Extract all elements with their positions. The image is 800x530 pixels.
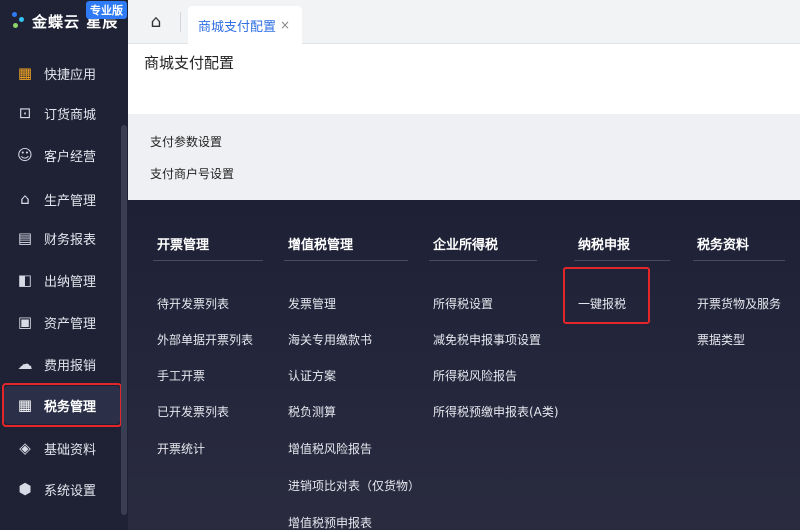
menu-column-divider (574, 260, 670, 261)
sidebar-item-4[interactable]: ▤ 财务报表 (4, 219, 120, 257)
sidebar-item-3[interactable]: ⌂ 生产管理 (4, 180, 120, 218)
page-header: 商城支付配置 (128, 44, 800, 114)
menu-column-header: 开票管理 (157, 238, 210, 253)
menu-column-header: 企业所得税 (433, 238, 499, 253)
menu-item[interactable]: 已开发票列表 (157, 403, 229, 420)
sidebar-item-label: 订货商城 (44, 107, 97, 123)
sidebar-item-label: 资产管理 (44, 316, 97, 332)
menu-item[interactable]: 手工开票 (157, 367, 205, 384)
menu-column-divider (429, 260, 537, 261)
menu-item[interactable]: 所得税预缴申报表(A类) (433, 403, 559, 420)
menu-column-divider (284, 260, 408, 261)
menu-column-header: 增值税管理 (288, 238, 354, 253)
edition-badge: 专业版 (86, 1, 127, 19)
factory-icon: ⌂ (20, 190, 30, 208)
menu-item[interactable]: 税负测算 (288, 403, 336, 420)
sidebar-item-7[interactable]: ☁ 费用报销 (4, 345, 120, 383)
cloud-icon: ☁ (17, 355, 33, 373)
merchant-id-link[interactable]: 支付商户号设置 (150, 165, 234, 182)
sidebar-item-10[interactable]: ⬢ 系统设置 (4, 470, 120, 508)
sidebar-item-label: 出纳管理 (44, 274, 97, 290)
sidebar-item-label: 生产管理 (44, 193, 97, 209)
menu-item[interactable]: 减免税申报事项设置 (433, 331, 541, 348)
close-icon[interactable]: × (280, 18, 290, 32)
tax-icon: ▦ (17, 396, 33, 414)
tab-mall-payment-config[interactable]: 商城支付配置 × (188, 6, 303, 44)
sidebar-item-label: 系统设置 (44, 483, 97, 499)
menu-item[interactable]: 外部单据开票列表 (157, 331, 253, 348)
shopping-bag-icon: ⊡ (18, 104, 32, 122)
sidebar-item-1[interactable]: ⊡ 订货商城 (4, 94, 120, 132)
sidebar-item-9[interactable]: ◈ 基础资料 (4, 429, 120, 467)
user-icon: ☺ (17, 146, 33, 164)
payment-config-list: 支付参数设置 支付商户号设置 (128, 114, 800, 200)
sidebar-item-0[interactable]: ▦ 快捷应用 (4, 54, 120, 92)
menu-item[interactable]: 所得税风险报告 (433, 367, 517, 384)
logo[interactable]: 金蝶云 星辰 专业版 (0, 0, 128, 44)
menu-item[interactable]: 所得税设置 (433, 295, 493, 312)
sidebar-item-5[interactable]: ◧ 出纳管理 (4, 261, 120, 299)
sidebar-item-label: 费用报销 (44, 358, 97, 374)
sidebar-item-label: 快捷应用 (44, 67, 97, 83)
sidebar-item-6[interactable]: ▣ 资产管理 (4, 303, 120, 341)
asset-icon: ▣ (17, 313, 33, 331)
menu-item[interactable]: 开票货物及服务 (697, 295, 781, 312)
sidebar-item-8[interactable]: ▦ 税务管理 (4, 386, 120, 424)
sidebar-scrollbar[interactable] (121, 125, 127, 515)
gear-icon: ⬢ (18, 480, 32, 498)
sidebar: 金蝶云 星辰 专业版 ▦ 快捷应用 ⊡ 订货商城 ☺ 客户经营 ⌂ 生产管理 ▤ 财务报表 ◧ 出纳管… (0, 0, 128, 530)
menu-column-divider (153, 260, 263, 261)
menu-item[interactable]: 一键报税 (578, 295, 626, 312)
menu-item[interactable]: 增值税风险报告 (288, 440, 372, 457)
menu-item[interactable]: 进销项比对表（仅货物） (288, 477, 420, 494)
cashier-icon: ◧ (17, 271, 33, 289)
menu-item[interactable]: 开票统计 (157, 440, 205, 457)
sidebar-item-2[interactable]: ☺ 客户经营 (4, 136, 120, 174)
tab-label: 商城支付配置 (198, 19, 277, 35)
menu-item[interactable]: 票据类型 (697, 331, 745, 348)
tax-management-menu: 开票管理待开发票列表外部单据开票列表 手工开票已开发票列表 开票统计 增值税管理发票管… (128, 200, 800, 530)
tab-bar: ⌂ 商城支付配置 × (128, 0, 800, 44)
layers-icon: ◈ (19, 439, 31, 457)
menu-item[interactable]: 海关专用缴款书 (288, 331, 372, 348)
sidebar-item-label: 税务管理 (44, 399, 97, 415)
sidebar-item-label: 财务报表 (44, 232, 97, 248)
menu-item[interactable]: 认证方案 (288, 367, 336, 384)
sidebar-item-label: 客户经营 (44, 149, 97, 165)
payment-params-link[interactable]: 支付参数设置 (150, 133, 222, 150)
menu-item[interactable]: 待开发票列表 (157, 295, 229, 312)
page-title: 商城支付配置 (144, 54, 235, 72)
logo-mark-icon (12, 12, 28, 30)
home-icon[interactable]: ⌂ (142, 8, 170, 36)
menu-column-header: 税务资料 (697, 238, 750, 253)
grid-apps-icon: ▦ (17, 64, 33, 82)
menu-item[interactable]: 发票管理 (288, 295, 336, 312)
menu-item[interactable]: 增值税预申报表 (288, 514, 372, 530)
menu-column-header: 纳税申报 (578, 238, 631, 253)
report-icon: ▤ (17, 229, 33, 247)
menu-column-divider (693, 260, 785, 261)
tab-divider (180, 12, 181, 32)
sidebar-item-label: 基础资料 (44, 442, 97, 458)
